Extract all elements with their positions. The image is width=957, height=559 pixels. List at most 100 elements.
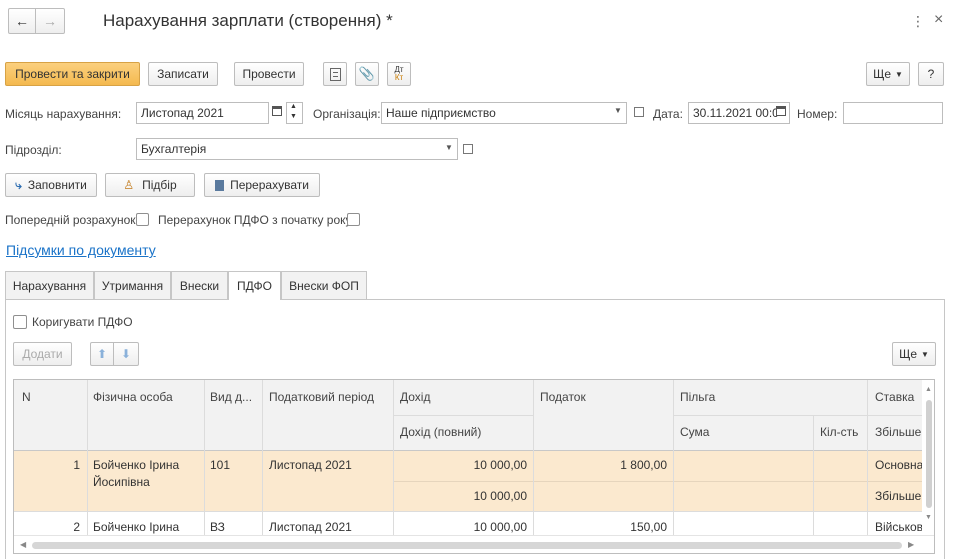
forward-button[interactable]: → [35,8,65,34]
row2-n: 2 [73,520,80,534]
org-dropdown-icon[interactable]: ▼ [614,106,622,115]
arrow-right-icon: → [43,13,57,29]
spinner-down-icon: ▼ [290,113,297,120]
back-button[interactable]: ← [8,8,36,34]
date-field[interactable]: 30.11.2021 00:0 [688,102,790,124]
move-up-button[interactable]: ⬆ [90,342,114,366]
row1-rate-increased: Збільшен [875,489,922,503]
date-label: Дата: [653,107,683,121]
table-more-button[interactable]: Ще ▼ [892,342,936,366]
arrow-left-icon: ← [15,13,29,29]
move-down-button[interactable]: ⬇ [113,342,139,366]
pdfo-recalc-label: Перерахунок ПДФО з початку року: [158,213,355,227]
col-rate-increased[interactable]: Збільшен [875,425,922,439]
recalculate-button[interactable]: Перерахувати [204,173,320,197]
col-income-full[interactable]: Дохід (повний) [400,425,481,439]
arrow-up-icon: ⬆ [96,347,108,361]
row1-tax: 1 800,00 [620,458,667,472]
tab-accruals[interactable]: Нарахування [5,271,94,299]
add-row-button[interactable]: Додати [13,342,72,366]
post-button[interactable]: Провести [234,62,304,86]
tab-fop-contributions[interactable]: Внески ФОП [281,271,367,299]
month-spinner[interactable]: ▲ ▼ [286,102,303,124]
date-calendar-icon[interactable] [776,106,786,116]
more-menu-button[interactable]: Ще ▼ [866,62,910,86]
calendar-icon[interactable] [272,106,282,116]
close-icon[interactable]: × [934,11,943,29]
row2-period: Листопад 2021 [269,520,352,534]
hierarchy-icon [329,67,341,81]
number-field[interactable] [843,102,943,124]
row1-type: 101 [210,458,231,472]
dt-kt-button[interactable]: Дт Кт [387,62,411,86]
department-label: Підрозділ: [5,143,62,157]
dept-open-icon[interactable] [463,144,473,154]
row2-type: ВЗ [210,520,225,534]
tab-deductions[interactable]: Утримання [94,271,171,299]
pdfo-table: N Фізична особа Вид д... Податковий пері… [13,379,935,554]
row1-period: Листопад 2021 [269,458,352,472]
paperclip-icon: 📎 [358,66,376,81]
department-field[interactable]: Бухгалтерія [136,138,458,160]
arrow-down-icon: ⬇ [120,347,132,361]
organization-field[interactable]: Наше підприємство [381,102,627,124]
month-label: Місяць нарахування: [5,107,122,121]
col-rate[interactable]: Ставка [875,390,914,404]
row2-income: 10 000,00 [473,520,527,534]
adjust-pdfo-checkbox[interactable] [13,315,27,329]
pick-button[interactable]: ♙ Підбір [105,173,195,197]
col-benefit-sum[interactable]: Сума [680,425,709,439]
adjust-pdfo-label: Коригувати ПДФО [32,315,133,329]
col-person[interactable]: Фізична особа [93,390,173,404]
post-and-close-button[interactable]: Провести та закрити [5,62,140,86]
scroll-down-icon[interactable]: ▼ [925,514,932,521]
horizontal-scroll-thumb[interactable] [32,542,902,549]
document-summary-link[interactable]: Підсумки по документу [6,242,156,258]
debit-credit-icon: Дт Кт [394,65,404,82]
col-tax-period[interactable]: Податковий період [269,390,374,404]
month-field[interactable]: Листопад 2021 [136,102,269,124]
col-benefit[interactable]: Пільга [680,390,715,404]
col-income-type[interactable]: Вид д... [210,390,252,404]
help-button[interactable]: ? [918,62,944,86]
vertical-scrollbar[interactable]: ▲ ▼ [922,380,934,535]
tab-pdfo[interactable]: ПДФО [228,271,281,300]
col-benefit-qty[interactable]: Кіл-сть [820,425,858,439]
col-n[interactable]: N [22,390,31,404]
organization-label: Організація: [313,107,381,121]
window-title: Нарахування зарплати (створення) * [103,11,393,30]
tab-panel-top-gap [229,298,280,300]
pdfo-recalc-checkbox[interactable] [347,213,360,226]
more-actions-icon[interactable]: ⋮ [911,13,925,30]
preliminary-calc-label: Попередній розрахунок: [5,213,139,227]
col-income[interactable]: Дохід [400,390,430,404]
org-open-icon[interactable] [634,107,644,117]
attach-file-button[interactable]: 📎 [355,62,379,86]
fill-button[interactable]: ⤷ Заповнити [5,173,97,197]
vertical-scroll-thumb[interactable] [926,400,932,508]
scroll-right-icon[interactable]: ▶ [908,540,914,549]
row2-rate: Військові [875,520,922,534]
row2-tax: 150,00 [630,520,667,534]
save-button[interactable]: Записати [148,62,218,86]
calculator-icon [215,179,225,191]
row1-income-full: 10 000,00 [473,489,527,503]
scroll-up-icon[interactable]: ▲ [925,386,932,393]
people-pick-icon: ♙ [123,178,135,192]
row1-n: 1 [73,458,80,472]
horizontal-scrollbar[interactable]: ◀ ▶ [14,535,934,553]
number-label: Номер: [797,107,838,121]
row1-rate: Основна [875,458,922,472]
structure-button[interactable] [323,62,347,86]
row1-income: 10 000,00 [473,458,527,472]
row1-person: Бойченко Ірина [93,458,180,472]
preliminary-calc-checkbox[interactable] [136,213,149,226]
spinner-up-icon: ▲ [290,103,297,110]
fill-arrow-icon: ⤷ [15,177,22,192]
dept-dropdown-icon[interactable]: ▼ [445,143,453,152]
scroll-left-icon[interactable]: ◀ [20,540,26,549]
tab-contributions[interactable]: Внески [171,271,228,299]
row2-person: Бойченко Ірина [93,520,180,534]
row1-person-line2: Йосипівна [93,475,150,489]
col-tax[interactable]: Податок [540,390,586,404]
